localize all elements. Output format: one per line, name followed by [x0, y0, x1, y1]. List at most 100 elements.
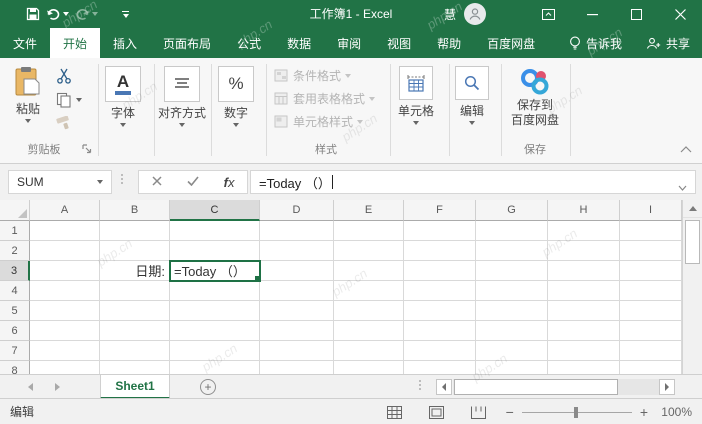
row-header-1[interactable]: 1 [0, 221, 30, 241]
ribbon-display-options-button[interactable] [526, 0, 570, 28]
alignment-menu-button[interactable]: 对齐方式 [158, 66, 206, 127]
number-menu-button[interactable]: % 数字 [218, 66, 254, 127]
formula-input[interactable]: =Today （） [250, 170, 696, 194]
scroll-right-button[interactable] [659, 379, 675, 395]
tab-view[interactable]: 视图 [374, 28, 424, 58]
cell-H3[interactable] [548, 261, 620, 281]
cell-I1[interactable] [620, 221, 682, 241]
cell-G3[interactable] [476, 261, 548, 281]
cell-D4[interactable] [260, 281, 334, 301]
cell-I8[interactable] [620, 361, 682, 374]
column-header-G[interactable]: G [476, 200, 548, 221]
vertical-scroll-thumb[interactable] [685, 220, 700, 264]
format-as-table-button[interactable]: 套用表格格式 [274, 90, 376, 107]
tab-bar-splitter[interactable] [419, 380, 421, 390]
cell-F3[interactable] [404, 261, 476, 281]
row-header-6[interactable]: 6 [0, 321, 30, 341]
formula-bar-expand-button[interactable] [678, 179, 687, 194]
column-header-B[interactable]: B [100, 200, 170, 221]
cell-I2[interactable] [620, 241, 682, 261]
zoom-slider-thumb[interactable] [573, 406, 578, 418]
column-header-H[interactable]: H [548, 200, 620, 221]
cell-B2[interactable] [100, 241, 170, 261]
cell-I3[interactable] [620, 261, 682, 281]
cell-D1[interactable] [260, 221, 334, 241]
next-sheet-button[interactable] [55, 382, 60, 391]
cell-A1[interactable] [30, 221, 100, 241]
collapse-ribbon-button[interactable] [680, 142, 692, 156]
cell-E5[interactable] [334, 301, 404, 321]
cell-A4[interactable] [30, 281, 100, 301]
cell-A6[interactable] [30, 321, 100, 341]
sheet-tab-sheet1[interactable]: Sheet1 [100, 375, 170, 399]
cell-C3[interactable]: =Today （） [169, 260, 261, 282]
tab-file[interactable]: 文件 [0, 28, 50, 58]
cell-F7[interactable] [404, 341, 476, 361]
conditional-formatting-button[interactable]: 条件格式 [274, 67, 352, 84]
column-header-D[interactable]: D [260, 200, 334, 221]
tab-insert[interactable]: 插入 [100, 28, 150, 58]
save-to-baidu-button[interactable]: 保存到 百度网盘 [505, 66, 565, 128]
page-layout-view-button[interactable] [422, 399, 452, 424]
cell-C1[interactable] [170, 221, 260, 241]
cell-C8[interactable] [170, 361, 260, 374]
cell-A7[interactable] [30, 341, 100, 361]
cell-H4[interactable] [548, 281, 620, 301]
cell-styles-button[interactable]: 单元格样式 [274, 113, 364, 130]
cell-H5[interactable] [548, 301, 620, 321]
cell-G2[interactable] [476, 241, 548, 261]
cell-F5[interactable] [404, 301, 476, 321]
formula-bar-splitter[interactable] [121, 174, 123, 184]
cell-G8[interactable] [476, 361, 548, 374]
column-header-C[interactable]: C [170, 200, 260, 221]
row-header-8[interactable]: 8 [0, 361, 30, 374]
cell-H8[interactable] [548, 361, 620, 374]
cell-B7[interactable] [100, 341, 170, 361]
horizontal-scrollbar[interactable] [436, 379, 676, 395]
cell-G4[interactable] [476, 281, 548, 301]
editing-menu-button[interactable]: 编辑 [455, 66, 489, 125]
tab-help[interactable]: 帮助 [424, 28, 474, 58]
cell-D7[interactable] [260, 341, 334, 361]
cell-G7[interactable] [476, 341, 548, 361]
cell-F1[interactable] [404, 221, 476, 241]
cell-I7[interactable] [620, 341, 682, 361]
cell-F2[interactable] [404, 241, 476, 261]
enter-entry-button[interactable] [186, 173, 199, 191]
page-break-preview-button[interactable] [464, 399, 494, 424]
cell-I6[interactable] [620, 321, 682, 341]
column-header-F[interactable]: F [404, 200, 476, 221]
font-menu-button[interactable]: A 字体 [105, 66, 141, 127]
tab-page-layout[interactable]: 页面布局 [150, 28, 224, 58]
undo-button[interactable] [46, 8, 69, 21]
insert-function-button[interactable]: fx [224, 175, 235, 190]
zoom-in-button[interactable]: + [640, 404, 648, 420]
clipboard-dialog-launcher[interactable] [82, 143, 94, 155]
zoom-slider[interactable] [521, 406, 632, 418]
format-painter-button[interactable] [56, 116, 72, 130]
select-all-button[interactable] [0, 200, 30, 221]
minimize-button[interactable] [570, 0, 614, 28]
cell-C5[interactable] [170, 301, 260, 321]
cell-D3[interactable] [260, 261, 334, 281]
name-box[interactable]: SUM [8, 170, 112, 194]
cell-C6[interactable] [170, 321, 260, 341]
paste-button[interactable]: 粘贴 [14, 66, 42, 123]
share-button[interactable]: 共享 [634, 35, 702, 52]
maximize-button[interactable] [614, 0, 658, 28]
save-button[interactable] [26, 7, 40, 21]
row-header-7[interactable]: 7 [0, 341, 30, 361]
cell-D8[interactable] [260, 361, 334, 374]
cell-B3[interactable]: 日期: [100, 261, 170, 281]
horizontal-scroll-thumb[interactable] [454, 379, 618, 395]
cell-H2[interactable] [548, 241, 620, 261]
cell-A8[interactable] [30, 361, 100, 374]
cell-E3[interactable] [334, 261, 404, 281]
column-header-I[interactable]: I [620, 200, 682, 221]
zoom-out-button[interactable]: − [506, 404, 514, 420]
cell-B6[interactable] [100, 321, 170, 341]
cell-B4[interactable] [100, 281, 170, 301]
cell-F6[interactable] [404, 321, 476, 341]
vertical-scrollbar[interactable] [682, 200, 702, 374]
cell-D2[interactable] [260, 241, 334, 261]
